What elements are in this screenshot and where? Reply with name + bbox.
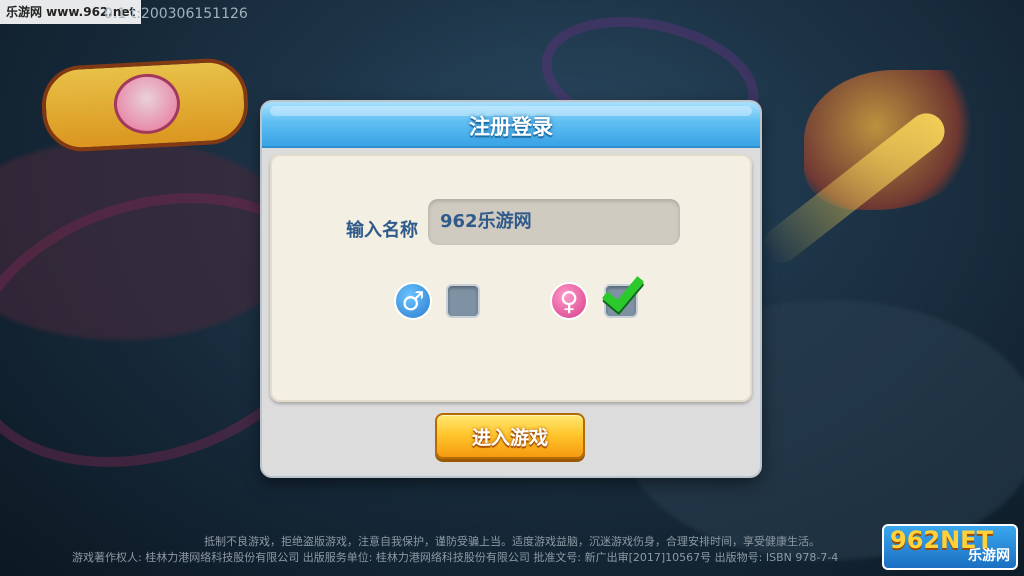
register-login-dialog: 注册登录 输入名称 962乐游网 ♂ ♀ 进入游戏 bbox=[262, 102, 760, 476]
checkmark-icon bbox=[601, 267, 645, 313]
logo-fish-icon bbox=[112, 72, 182, 136]
male-symbol-icon: ♂ bbox=[394, 282, 432, 320]
male-checkbox[interactable] bbox=[446, 284, 480, 318]
corner-logo-small: 乐游网 bbox=[968, 548, 1010, 564]
enter-game-button[interactable]: 进入游戏 bbox=[435, 413, 585, 459]
dialog-header: 注册登录 bbox=[262, 102, 760, 148]
name-label: 输入名称 bbox=[346, 220, 418, 241]
name-input[interactable]: 962乐游网 bbox=[428, 199, 680, 245]
dialog-title: 注册登录 bbox=[469, 115, 553, 139]
female-symbol-icon: ♀ bbox=[550, 282, 588, 320]
form-panel: 输入名称 962乐游网 ♂ ♀ bbox=[270, 154, 752, 402]
corner-site-logo: 962NET 乐游网 bbox=[882, 524, 1018, 570]
version-text: 0.1 t:200306151126 bbox=[104, 6, 248, 22]
game-logo bbox=[39, 56, 251, 154]
female-checkbox[interactable] bbox=[601, 267, 645, 318]
health-notice: 抵制不良游戏，拒绝盗版游戏，注意自我保护，谨防受骗上当。适度游戏益脑，沉迷游戏伤… bbox=[204, 535, 820, 548]
